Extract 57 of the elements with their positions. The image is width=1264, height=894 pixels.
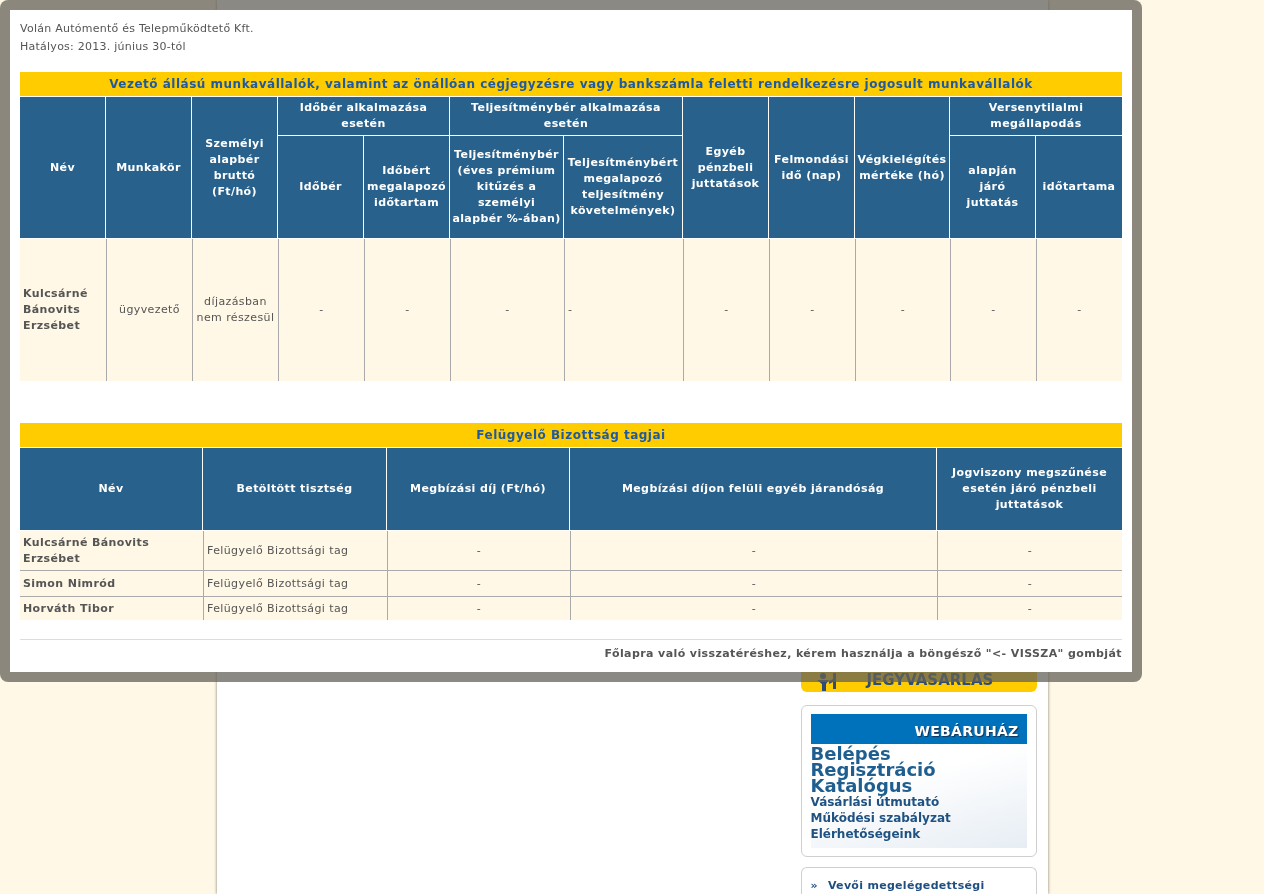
table-cell: díjazásban nem részesül	[192, 239, 278, 381]
column-header: Megbízási díjon felüli egyéb járandóság	[570, 448, 937, 531]
back-hint: Főlapra való visszatéréshez, kérem használja a böngésző "<- VISSZA" gombját	[603, 647, 1122, 661]
table-cell: -	[570, 570, 937, 596]
column-header: Teljesítménybér (éves prémium kitűzés a személyi alapbér %-ában)	[450, 136, 564, 239]
table-cell: -	[1036, 239, 1122, 381]
table-cell: -	[683, 239, 769, 381]
webshop-link[interactable]: Elérhetőségeink	[810, 825, 921, 842]
column-header: Felmondási idő (nap)	[769, 97, 855, 239]
webshop-title: WEBÁRUHÁZ	[810, 713, 1027, 744]
table-cell: -	[769, 239, 855, 381]
table-cell: -	[937, 531, 1122, 570]
column-header: Teljesítménybért megalapozó teljesítmény követelmények)	[564, 136, 683, 239]
column-header: Jogviszony megszűnése esetén járó pénzbeli juttatások	[937, 448, 1122, 531]
table-cell: -	[950, 239, 1036, 381]
table-cell: -	[364, 239, 450, 381]
webshop-link[interactable]: Belépés	[810, 745, 891, 762]
table-cell: -	[387, 596, 570, 620]
table-cell: ügyvezető	[106, 239, 192, 381]
table-cell: -	[387, 570, 570, 596]
column-header: Versenytilalmi megállapodás	[950, 97, 1122, 136]
column-header: Időbért megalapozó időtartam	[364, 136, 450, 239]
column-header: Név	[20, 97, 106, 239]
column-header: Időbér alkalmazása esetén	[278, 97, 450, 136]
column-header: Munkakör	[106, 97, 192, 239]
table-cell: -	[278, 239, 364, 381]
table-cell: -	[855, 239, 950, 381]
column-header: időtartama	[1036, 136, 1122, 239]
column-header: Egyéb pénzbeli juttatások	[683, 97, 769, 239]
column-header: Név	[20, 448, 203, 531]
table-cell: -	[937, 596, 1122, 620]
table-cell: -	[570, 531, 937, 570]
table-cell: Horváth Tibor	[20, 596, 203, 620]
table-cell: Kulcsárné Bánovits Erzsébet	[20, 239, 106, 381]
table-cell: -	[564, 239, 683, 381]
column-header: Időbér	[278, 136, 364, 239]
column-header: alapján járó juttatás	[950, 136, 1036, 239]
table-cell: Kulcsárné Bánovits Erzsébet	[20, 531, 203, 570]
survey-link[interactable]: » Vevői megelégedettségi	[810, 877, 985, 894]
company-name: Volán Autómentő és Telepműködtető Kft.	[20, 21, 255, 37]
table-cell: Simon Nimród	[20, 570, 203, 596]
table-title: Vezető állású munkavállalók, valamint az önállóan cégjegyzésre vagy bankszámla feletti rendelkezésre jogosult munkavállalók	[20, 72, 1122, 96]
table-cell: Felügyelő Bizottsági tag	[203, 531, 387, 570]
table-cell: -	[570, 596, 937, 620]
column-header: Betöltött tisztség	[203, 448, 387, 531]
column-header: Teljesítménybér alkalmazása esetén	[450, 97, 683, 136]
table-title: Felügyelő Bizottság tagjai	[20, 423, 1122, 447]
column-header: Végkielégítés mértéke (hó)	[855, 97, 950, 239]
table-cell: Felügyelő Bizottsági tag	[203, 596, 387, 620]
table-cell: -	[937, 570, 1122, 596]
table-cell: -	[387, 531, 570, 570]
column-header: Megbízási díj (Ft/hó)	[387, 448, 570, 531]
table-cell: Felügyelő Bizottsági tag	[203, 570, 387, 596]
column-header: Személyi alapbér bruttó (Ft/hó)	[192, 97, 278, 239]
table-cell: -	[450, 239, 564, 381]
effective-date: Hatályos: 2013. június 30-tól	[20, 39, 187, 55]
webshop-link[interactable]: Működési szabályzat	[810, 809, 951, 826]
